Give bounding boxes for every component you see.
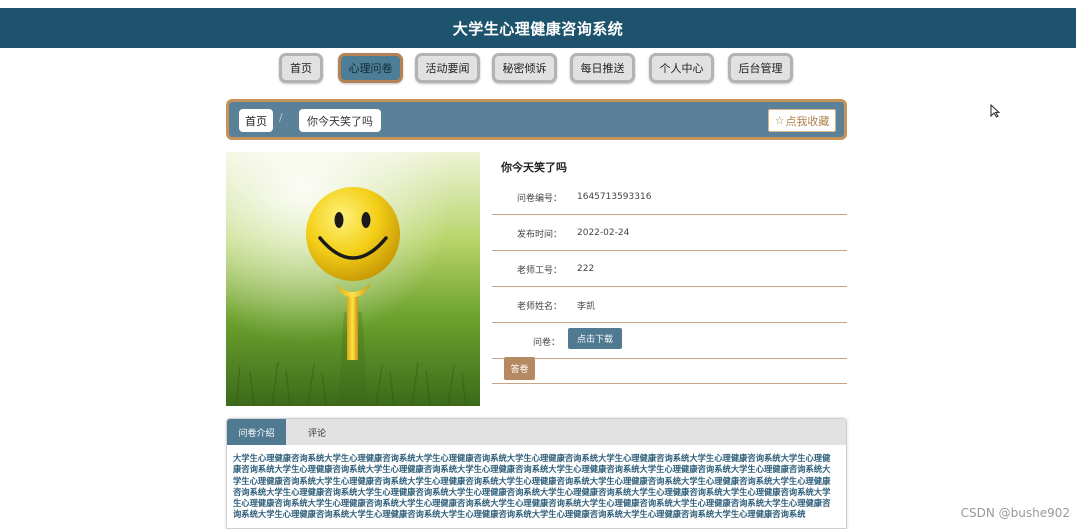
questionnaire-cover-image	[226, 152, 480, 406]
breadcrumb: 首页 / 你今天笑了吗 ☆ 点我收藏	[226, 99, 847, 140]
detail-label: 发布时间：	[516, 229, 562, 240]
site-title: 大学生心理健康咨询系统	[452, 19, 624, 38]
mouse-cursor-icon	[990, 103, 1001, 122]
detail-label: 老师姓名：	[516, 301, 562, 312]
tabs-header: 问卷介绍 评论	[227, 419, 846, 445]
detail-row-date: 发布时间： 2022-02-24	[492, 215, 847, 251]
breadcrumb-home[interactable]: 首页	[239, 109, 273, 132]
nav-item-news[interactable]: 活动要闻	[415, 53, 480, 83]
detail-value: 222	[577, 264, 595, 274]
download-button[interactable]: 点击下载	[568, 328, 622, 349]
detail-label: 问卷：	[532, 337, 560, 348]
nav-item-daily-push[interactable]: 每日推送	[570, 53, 635, 83]
detail-value: 李凯	[577, 301, 596, 312]
breadcrumb-current: 你今天笑了吗	[299, 109, 381, 132]
breadcrumb-separator: /	[279, 111, 283, 124]
detail-value: 2022-02-24	[577, 228, 630, 238]
nav-item-questionnaire[interactable]: 心理问卷	[338, 53, 403, 83]
detail-row-file: 问卷： 点击下载	[492, 323, 847, 359]
divider	[492, 383, 847, 384]
favorite-button[interactable]: ☆ 点我收藏	[768, 109, 836, 132]
star-icon: ☆	[774, 114, 785, 127]
detail-row-teacher-id: 老师工号： 222	[492, 251, 847, 287]
detail-row-id: 问卷编号： 1645713593316	[492, 179, 847, 215]
tab-intro[interactable]: 问卷介绍	[227, 419, 286, 445]
favorite-label: 点我收藏	[785, 114, 830, 128]
detail-label: 老师工号：	[516, 265, 562, 276]
intro-text: 大学生心理健康咨询系统大学生心理健康咨询系统大学生心理健康咨询系统大学生心理健康…	[233, 453, 831, 520]
tabs-panel: 问卷介绍 评论 大学生心理健康咨询系统大学生心理健康咨询系统大学生心理健康咨询系…	[226, 418, 847, 529]
page-root: 大学生心理健康咨询系统 首页 心理问卷 活动要闻 秘密倾诉 每日推送 个人中心 …	[0, 0, 1084, 529]
answer-button[interactable]: 答卷	[504, 357, 535, 380]
nav-item-profile[interactable]: 个人中心	[649, 53, 714, 83]
detail-label: 问卷编号：	[516, 193, 562, 204]
nav-item-admin[interactable]: 后台管理	[728, 53, 793, 83]
detail-row-teacher-name: 老师姓名： 李凯	[492, 287, 847, 323]
site-header: 大学生心理健康咨询系统	[0, 8, 1076, 48]
nav-item-home[interactable]: 首页	[279, 53, 323, 83]
tab-comments[interactable]: 评论	[293, 419, 341, 445]
detail-value: 1645713593316	[577, 192, 652, 202]
main-nav: 首页 心理问卷 活动要闻 秘密倾诉 每日推送 个人中心 后台管理	[0, 53, 1084, 83]
watermark: CSDN @bushe902	[960, 506, 1070, 520]
nav-item-confide[interactable]: 秘密倾诉	[492, 53, 557, 83]
detail-title: 你今天笑了吗	[501, 161, 567, 174]
